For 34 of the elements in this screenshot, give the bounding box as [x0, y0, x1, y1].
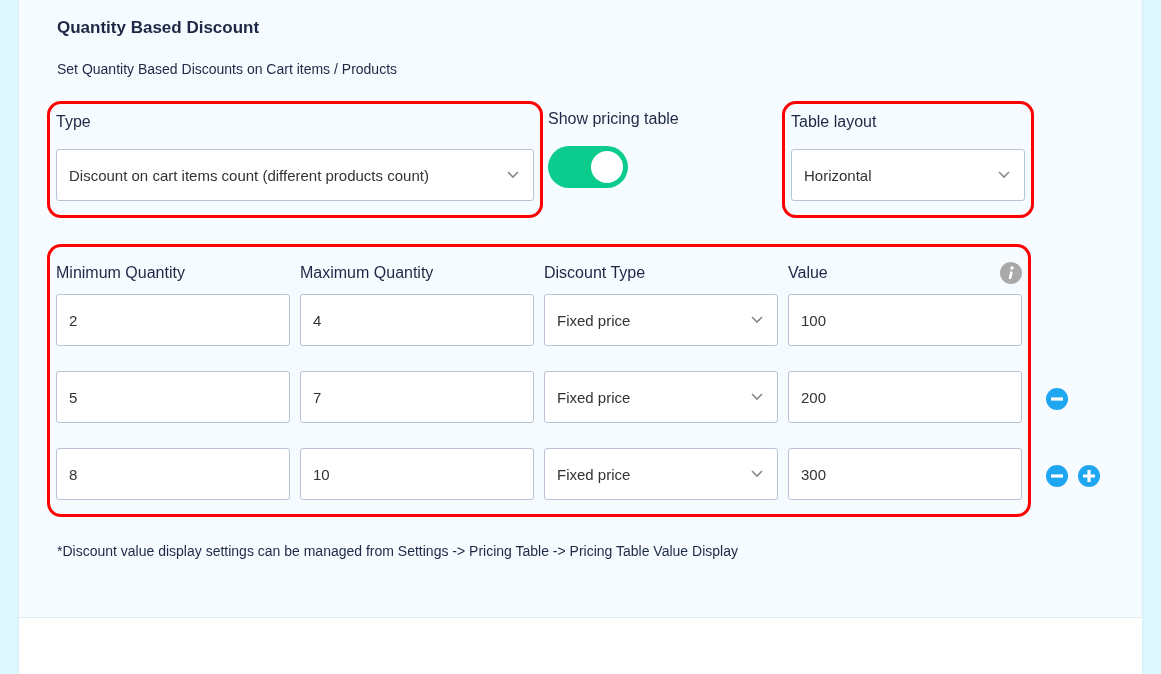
chevron-down-icon: [751, 316, 763, 324]
info-icon[interactable]: [1000, 262, 1022, 284]
column-header: Value: [788, 264, 828, 282]
value-input[interactable]: 200: [788, 371, 1022, 423]
pricing-table-toggle[interactable]: [548, 146, 628, 188]
min-quantity-input[interactable]: 2: [56, 294, 290, 346]
remove-row-button[interactable]: [1045, 387, 1069, 411]
section-description: Set Quantity Based Discounts on Cart items / Products: [57, 61, 399, 79]
min-quantity-input[interactable]: 8: [56, 448, 290, 500]
field-label: Table layout: [791, 113, 878, 132]
max-quantity-input[interactable]: 4: [300, 294, 534, 346]
layout-dropdown[interactable]: Horizontal: [791, 149, 1025, 201]
max-quantity-input[interactable]: 7: [300, 371, 534, 423]
field-label: Show pricing table: [548, 110, 680, 129]
section-title: Quantity Based Discount: [57, 18, 261, 39]
settings-note: *Discount value display settings can be managed from Settings -> Pricing Table -> Pricing Table Value Display: [57, 543, 739, 559]
discount-type-dropdown[interactable]: Fixed price: [544, 294, 778, 346]
chevron-down-icon: [751, 393, 763, 401]
chevron-down-icon: [751, 470, 763, 478]
column-header: Minimum Quantity: [56, 264, 185, 282]
discount-type-dropdown[interactable]: Fixed price: [544, 448, 778, 500]
chevron-down-icon: [998, 171, 1010, 179]
discount-type-dropdown[interactable]: Fixed price: [544, 371, 778, 423]
add-row-button[interactable]: [1077, 464, 1101, 488]
value-input[interactable]: 300: [788, 448, 1022, 500]
chevron-down-icon: [507, 171, 519, 179]
type-dropdown[interactable]: Discount on cart items count (different products count): [56, 149, 534, 201]
min-quantity-input[interactable]: 5: [56, 371, 290, 423]
value-input[interactable]: 100: [788, 294, 1022, 346]
remove-row-button[interactable]: [1045, 464, 1069, 488]
field-label: Type: [56, 113, 92, 132]
max-quantity-input[interactable]: 10: [300, 448, 534, 500]
column-header: Maximum Quantity: [300, 264, 434, 282]
column-header: Discount Type: [544, 264, 646, 282]
